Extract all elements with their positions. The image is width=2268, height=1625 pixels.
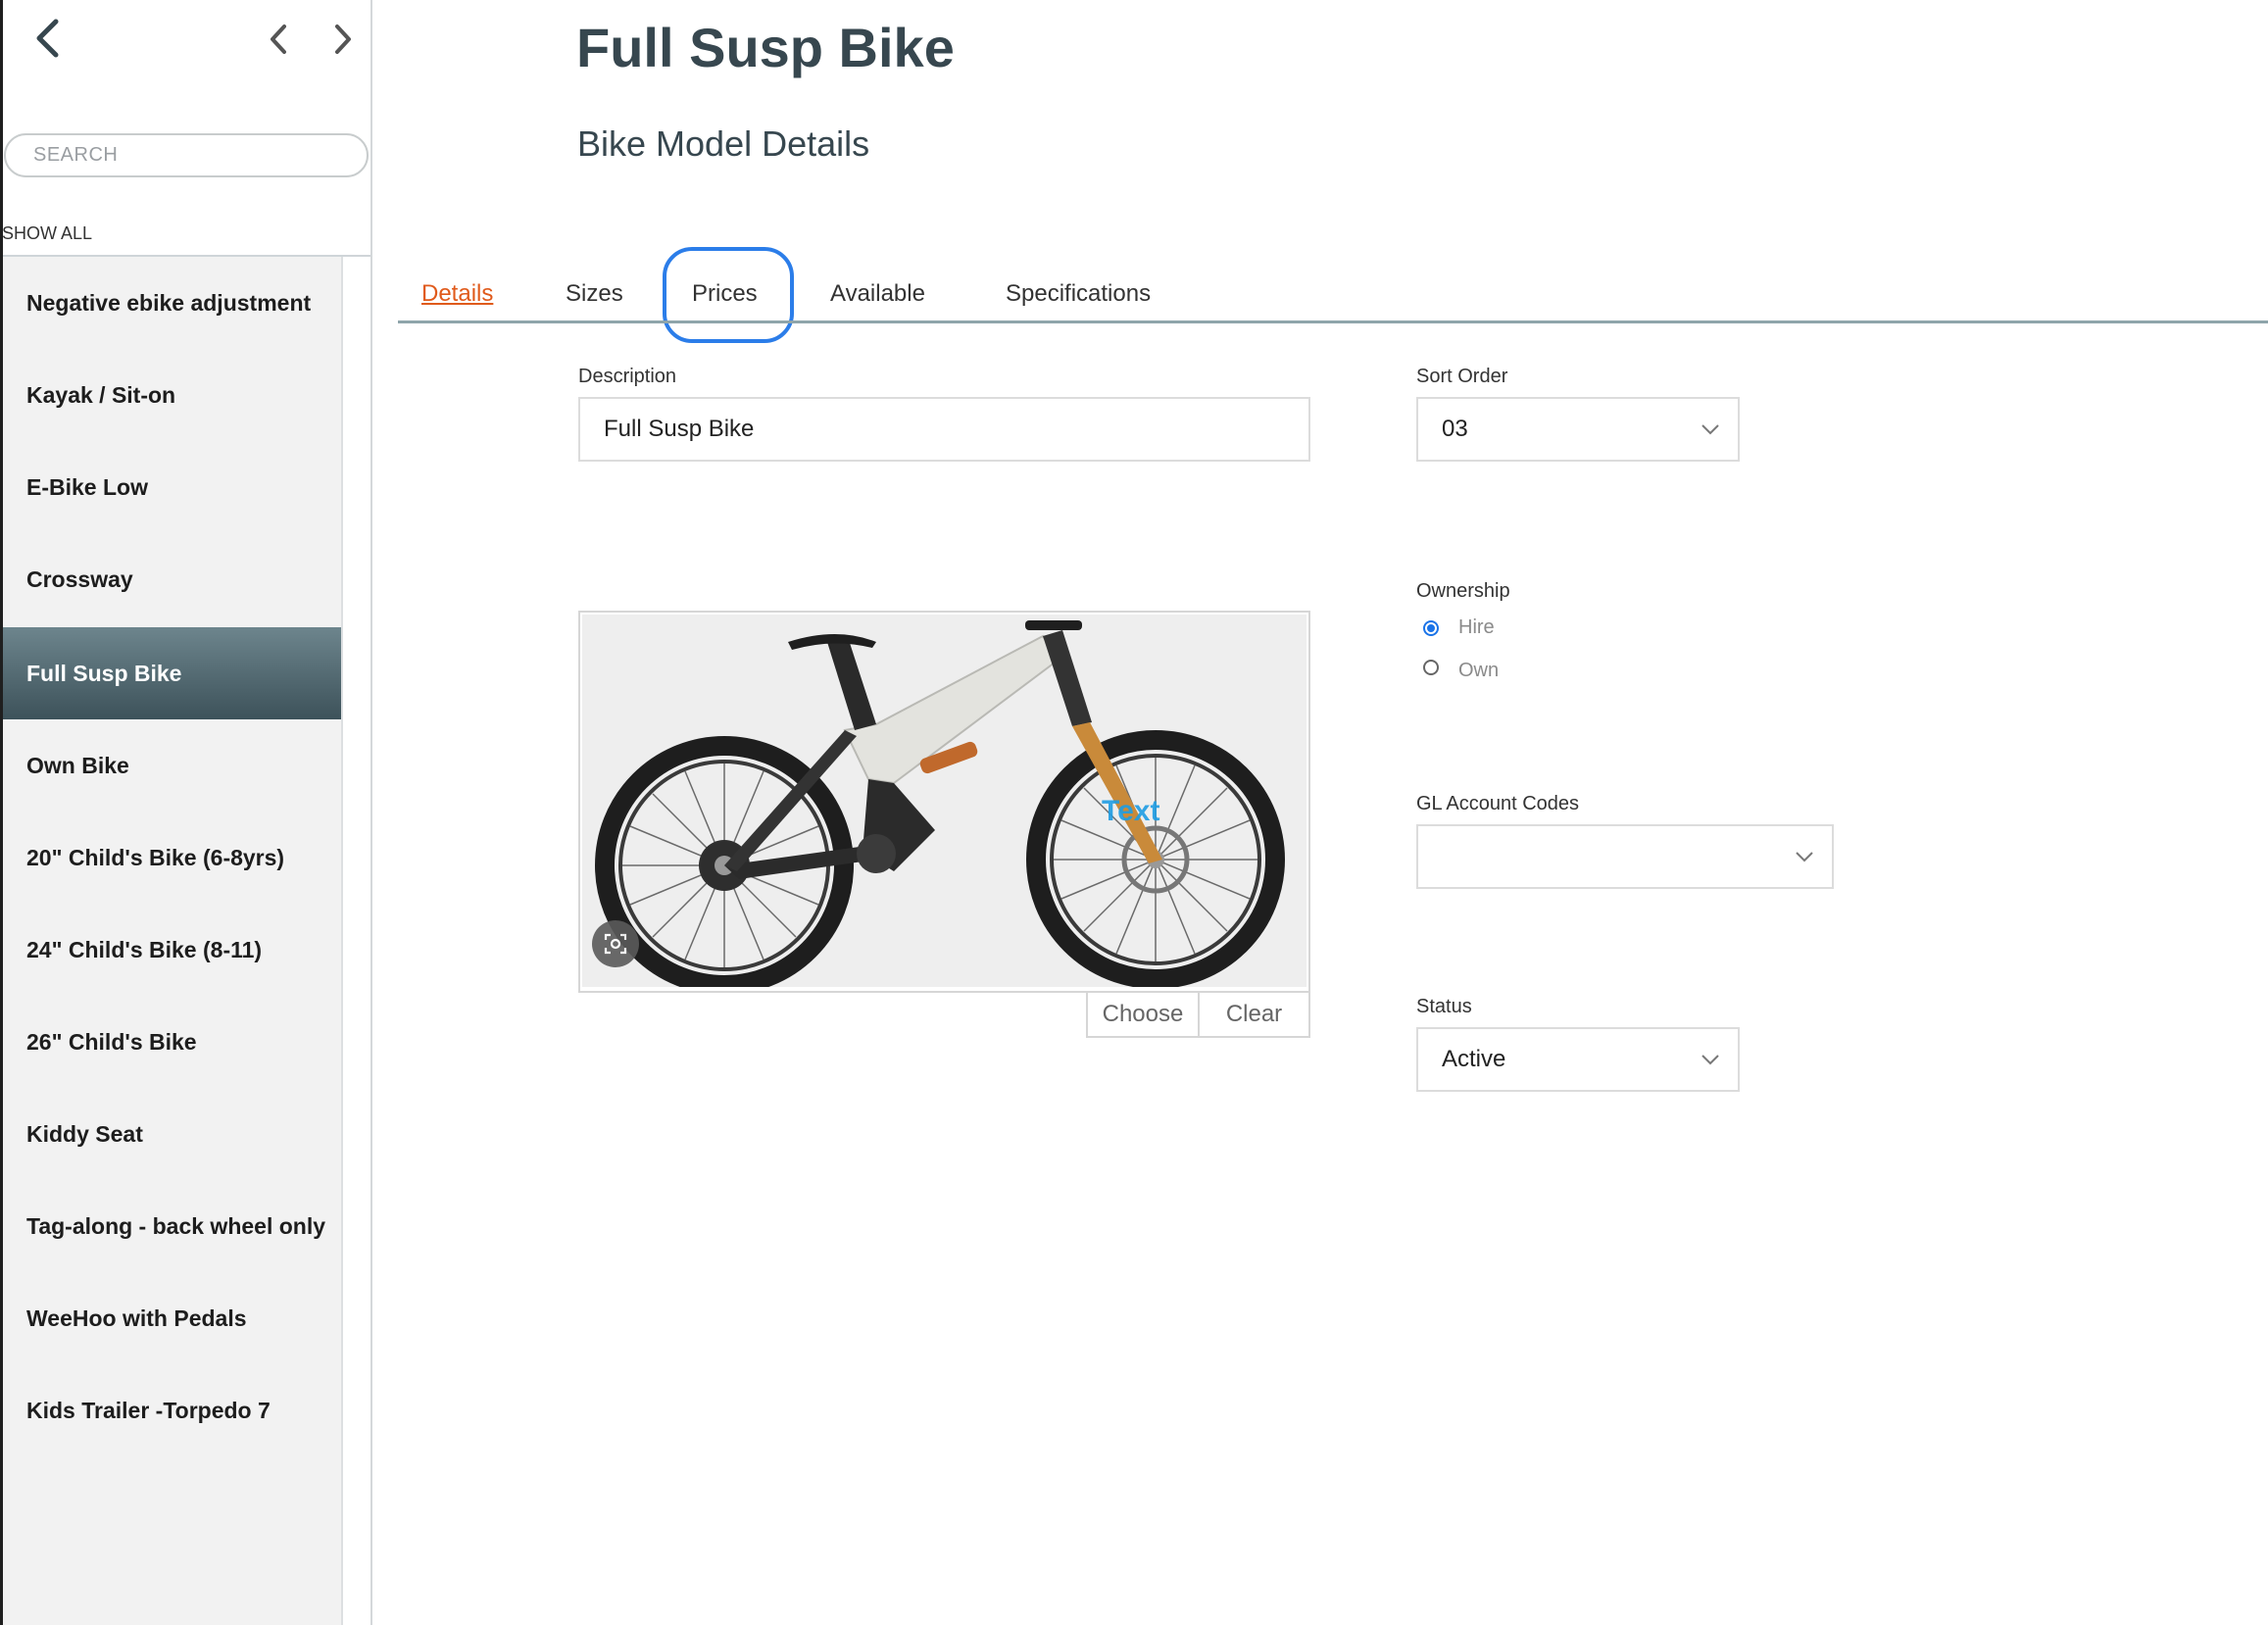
show-all-link[interactable]: SHOW ALL <box>2 223 92 244</box>
tab-details[interactable]: Details <box>421 280 493 308</box>
ownership-label: Ownership <box>1416 580 1510 602</box>
ownership-own-option[interactable]: Own <box>1423 652 1499 682</box>
page-subtitle: Bike Model Details <box>577 123 870 164</box>
chevron-down-icon <box>1796 852 1813 862</box>
bike-image: Text <box>582 615 1307 987</box>
list-item[interactable]: Negative ebike adjustment <box>2 257 341 349</box>
chevron-down-icon <box>1701 1055 1719 1065</box>
ownership-hire-option[interactable]: Hire <box>1423 616 1495 639</box>
previous-record-button[interactable] <box>261 18 296 61</box>
chevron-left-icon <box>36 19 59 58</box>
list-item[interactable]: 26" Child's Bike <box>2 996 341 1088</box>
page-title: Full Susp Bike <box>576 17 955 78</box>
list-item[interactable]: Tag-along - back wheel only <box>2 1180 341 1272</box>
description-input[interactable] <box>578 397 1310 462</box>
list-item[interactable]: Own Bike <box>2 719 341 812</box>
hire-radio[interactable] <box>1423 619 1439 636</box>
sort-order-value: 03 <box>1442 416 1468 442</box>
own-radio[interactable] <box>1423 659 1439 675</box>
app-page: SHOW ALL Negative ebike adjustment Kayak… <box>0 0 2268 1625</box>
list-item-selected[interactable]: Full Susp Bike <box>2 627 341 719</box>
window-edge <box>0 0 3 1625</box>
tab-bar-underline <box>398 320 2268 323</box>
list-item[interactable]: Crossway <box>2 533 341 625</box>
sort-order-select[interactable]: 03 <box>1416 397 1740 462</box>
gl-account-codes-label: GL Account Codes <box>1416 793 1580 814</box>
tab-sizes[interactable]: Sizes <box>566 280 623 308</box>
clear-image-button[interactable]: Clear <box>1198 991 1310 1038</box>
chainring <box>857 834 896 873</box>
tab-available[interactable]: Available <box>830 280 925 308</box>
tab-specifications[interactable]: Specifications <box>1006 280 1151 308</box>
status-label: Status <box>1416 996 1472 1017</box>
status-select[interactable]: Active <box>1416 1027 1740 1092</box>
prices-tab-highlight <box>663 247 794 343</box>
description-label: Description <box>578 366 677 387</box>
list-item[interactable]: WeeHoo with Pedals <box>2 1272 341 1364</box>
list-item[interactable]: E-Bike Low <box>2 441 341 533</box>
list-item[interactable]: 24" Child's Bike (8-11) <box>2 904 341 996</box>
sort-order-label: Sort Order <box>1416 366 1508 387</box>
list-item[interactable]: 20" Child's Bike (6-8yrs) <box>2 812 341 904</box>
chevron-left-icon <box>271 25 286 54</box>
bike-illustration <box>595 620 1285 987</box>
list-item[interactable]: Kayak / Sit-on <box>2 349 341 441</box>
chevron-down-icon <box>1701 424 1719 435</box>
list-item[interactable]: Kiddy Seat <box>2 1088 341 1180</box>
list-item[interactable]: Kids Trailer -Torpedo 7 <box>2 1364 341 1456</box>
own-label: Own <box>1458 660 1500 681</box>
status-value: Active <box>1442 1046 1506 1072</box>
search-input[interactable] <box>4 133 369 177</box>
hire-label: Hire <box>1458 616 1495 638</box>
image-overlay-text: Text <box>1102 795 1160 827</box>
lens-button[interactable] <box>592 920 639 967</box>
choose-image-button[interactable]: Choose <box>1086 991 1200 1038</box>
sidebar: SHOW ALL Negative ebike adjustment Kayak… <box>0 0 372 1625</box>
camera-lens-icon <box>604 933 627 955</box>
bike-model-list: Negative ebike adjustment Kayak / Sit-on… <box>2 257 343 1625</box>
back-button[interactable] <box>27 14 67 63</box>
gl-account-codes-select[interactable] <box>1416 824 1834 889</box>
bike-image-frame: Text <box>578 611 1310 993</box>
chevron-right-icon <box>335 25 351 54</box>
next-record-button[interactable] <box>325 18 361 61</box>
